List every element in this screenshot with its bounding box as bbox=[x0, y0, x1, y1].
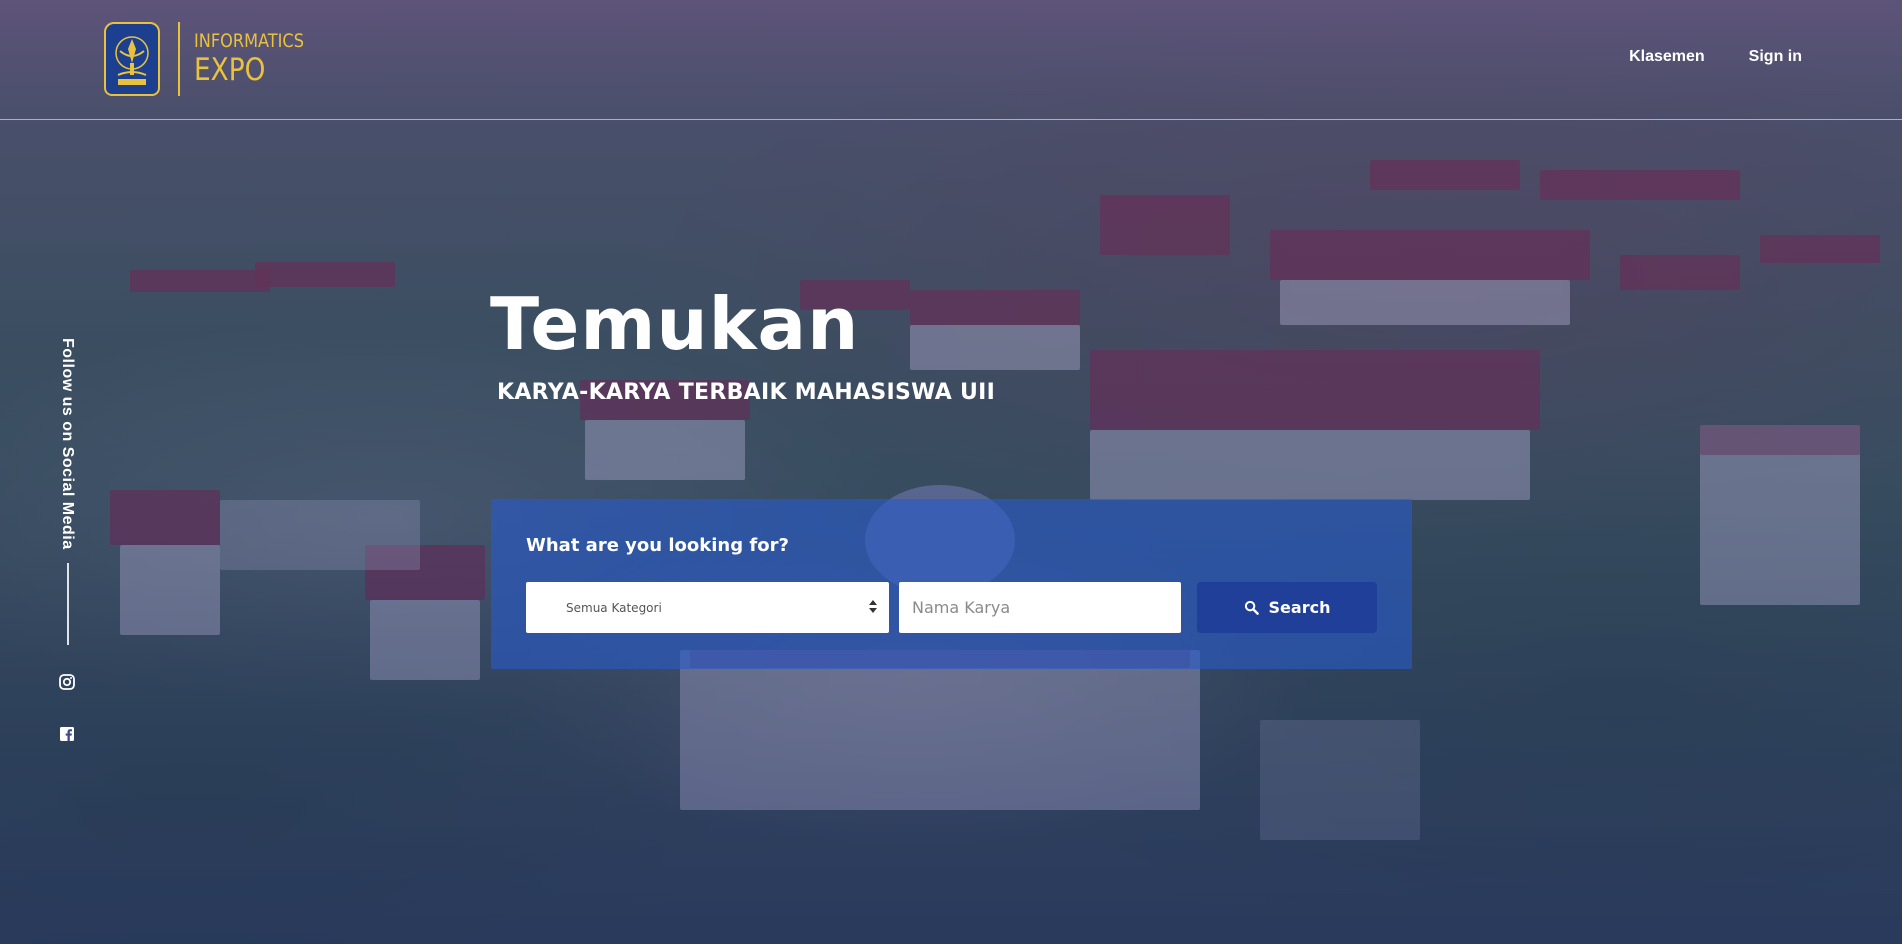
search-button-label: Search bbox=[1268, 598, 1331, 617]
category-select-value: Semua Kategori bbox=[566, 600, 662, 615]
logo-line1: INFORMATICS bbox=[194, 30, 304, 52]
logo-divider bbox=[178, 22, 180, 96]
uii-emblem-icon bbox=[104, 22, 160, 96]
nama-karya-input[interactable] bbox=[899, 582, 1181, 633]
nav-signin-link[interactable]: Sign in bbox=[1749, 48, 1802, 66]
hero-subtitle: KARYA-KARYA TERBAIK MAHASISWA UII bbox=[497, 380, 996, 405]
side-divider bbox=[67, 563, 69, 645]
emblem-graphic bbox=[115, 36, 149, 85]
color-overlay bbox=[0, 0, 1902, 944]
nav-klasemen-link[interactable]: Klasemen bbox=[1629, 48, 1705, 66]
search-button[interactable]: Search bbox=[1197, 582, 1377, 633]
logo-line2: EXPO bbox=[194, 52, 266, 88]
facebook-icon[interactable] bbox=[59, 726, 75, 742]
category-select[interactable]: Semua Kategori bbox=[526, 582, 889, 633]
top-nav: Klasemen Sign in bbox=[1629, 48, 1802, 66]
search-icon bbox=[1244, 600, 1259, 615]
instagram-icon[interactable] bbox=[59, 674, 75, 690]
site-logo[interactable]: INFORMATICS EXPO bbox=[104, 22, 323, 96]
search-question: What are you looking for? bbox=[526, 535, 789, 556]
hero-title: Temukan bbox=[490, 282, 860, 366]
site-header: INFORMATICS EXPO Klasemen Sign in bbox=[0, 0, 1902, 120]
logo-wordmark: INFORMATICS EXPO bbox=[194, 32, 323, 86]
follow-social-text: Follow us on Social Media bbox=[59, 338, 76, 550]
search-panel: What are you looking for? Semua Kategori… bbox=[491, 499, 1412, 669]
